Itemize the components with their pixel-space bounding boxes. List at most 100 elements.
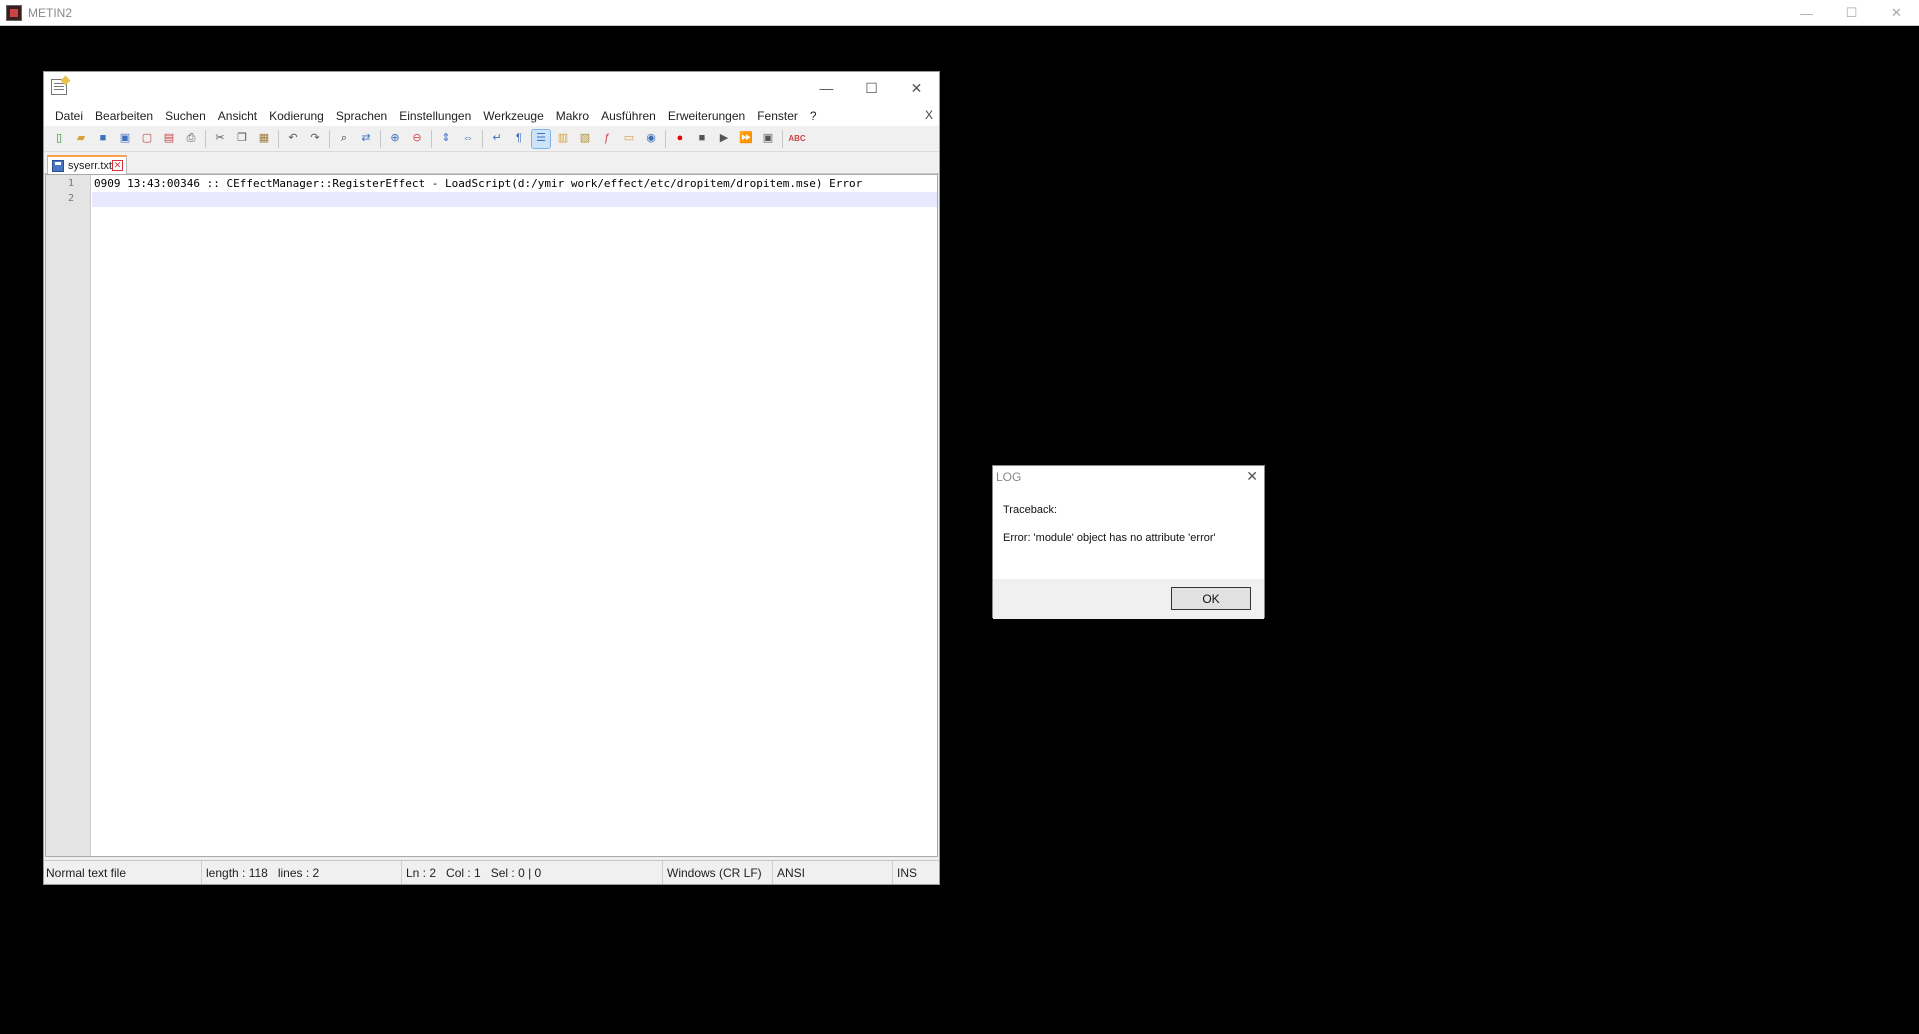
menu-erweiterungen[interactable]: Erweiterungen: [662, 109, 751, 123]
save-icon[interactable]: ■: [94, 130, 112, 148]
status-position: Ln : 2 Col : 1 Sel : 0 | 0: [402, 861, 663, 884]
dialog-footer: OK: [993, 579, 1264, 619]
save-all-icon[interactable]: ▣: [116, 130, 134, 148]
dialog-close-icon[interactable]: ✕: [1246, 468, 1258, 485]
zoom-in-icon[interactable]: ⊕: [386, 130, 404, 148]
log-dialog: LOG ✕ Traceback: Error: 'module' object …: [992, 465, 1265, 619]
status-file-type: Normal text file: [44, 861, 202, 884]
new-file-icon[interactable]: ▯: [50, 130, 68, 148]
notepad-window: — ☐ ✕ Datei Bearbeiten Suchen Ansicht Ko…: [43, 71, 940, 885]
monitoring-icon[interactable]: ◉: [642, 130, 660, 148]
notepad-app-icon: [51, 79, 67, 95]
menu-fenster[interactable]: Fenster: [751, 109, 804, 123]
menu-makro[interactable]: Makro: [550, 109, 595, 123]
cut-icon[interactable]: ✂: [211, 130, 229, 148]
toolbar-separator: [665, 129, 666, 148]
notepad-minimize-button[interactable]: —: [804, 72, 849, 104]
paste-icon[interactable]: ▦: [255, 130, 273, 148]
copy-icon[interactable]: ❐: [233, 130, 251, 148]
close-file-icon[interactable]: ▢: [138, 130, 156, 148]
folder-as-workspace-icon[interactable]: ▭: [620, 130, 638, 148]
toolbar-separator: [278, 129, 279, 148]
code-line[interactable]: 0909 13:43:00346 :: CEffectManager::Regi…: [94, 176, 862, 191]
tab-close-icon[interactable]: ✕: [112, 160, 123, 171]
menu-kodierung[interactable]: Kodierung: [263, 109, 330, 123]
tab-label: syserr.txt: [67, 159, 112, 172]
menu-ansicht[interactable]: Ansicht: [212, 109, 263, 123]
mode-label: INS: [897, 865, 918, 880]
toolbar-separator: [329, 129, 330, 148]
dialog-title: LOG: [996, 470, 1022, 484]
line-number-gutter: 1 2: [46, 175, 91, 856]
playback-icon[interactable]: ▶: [715, 130, 733, 148]
saved-file-icon: [52, 159, 64, 172]
stop-recording-icon[interactable]: ■: [693, 130, 711, 148]
toolbar-separator: [782, 129, 783, 148]
dialog-titlebar[interactable]: LOG ✕: [993, 466, 1264, 490]
spell-check-icon[interactable]: ABC: [788, 130, 806, 148]
outer-window-controls: — ☐ ✕: [1784, 0, 1919, 26]
status-eol: Windows (CR LF): [663, 861, 773, 884]
sel-label: Sel : 0 | 0: [490, 865, 542, 880]
menu-suchen[interactable]: Suchen: [159, 109, 212, 123]
save-macro-icon[interactable]: ▣: [759, 130, 777, 148]
encoding-label: ANSI: [777, 865, 806, 880]
menu-bearbeiten[interactable]: Bearbeiten: [89, 109, 159, 123]
record-macro-icon[interactable]: ●: [671, 130, 689, 148]
tab-syserr[interactable]: syserr.txt ✕: [47, 155, 127, 174]
close-all-icon[interactable]: ▤: [160, 130, 178, 148]
print-icon[interactable]: ⎙: [182, 130, 200, 148]
find-icon[interactable]: ⌕: [335, 130, 353, 148]
show-all-characters-icon[interactable]: ¶: [510, 130, 528, 148]
status-length: length : 118 lines : 2: [202, 861, 402, 884]
dialog-body: Traceback: Error: 'module' object has no…: [993, 490, 1264, 579]
notepad-titlebar[interactable]: — ☐ ✕: [44, 72, 939, 105]
open-file-icon[interactable]: ▰: [72, 130, 90, 148]
menu-datei[interactable]: Datei: [49, 109, 89, 123]
toolbar-separator: [431, 129, 432, 148]
notepad-maximize-button[interactable]: ☐: [849, 72, 894, 104]
menu-help[interactable]: ?: [804, 109, 823, 123]
sync-vertical-icon[interactable]: ⇕: [437, 130, 455, 148]
ok-button[interactable]: OK: [1171, 587, 1251, 610]
status-encoding: ANSI: [773, 861, 893, 884]
menu-sprachen[interactable]: Sprachen: [330, 109, 393, 123]
menu-ausfuehren[interactable]: Ausführen: [595, 109, 662, 123]
run-macro-multiple-icon[interactable]: ⏩: [737, 130, 755, 148]
outer-window-title: METIN2: [28, 5, 73, 20]
word-wrap-icon[interactable]: ↵: [488, 130, 506, 148]
metin2-app-icon: [6, 4, 22, 21]
menu-einstellungen[interactable]: Einstellungen: [393, 109, 477, 123]
outer-titlebar: METIN2 — ☐ ✕: [0, 0, 1919, 26]
error-message: Error: 'module' object has no attribute …: [1003, 532, 1216, 544]
redo-icon[interactable]: ↷: [306, 130, 324, 148]
close-button[interactable]: ✕: [1874, 0, 1919, 26]
close-document-button[interactable]: X: [925, 108, 933, 122]
replace-icon[interactable]: ⇄: [357, 130, 375, 148]
minimize-button[interactable]: —: [1784, 0, 1829, 26]
tab-bar: syserr.txt ✕: [44, 152, 939, 174]
lines-label: lines : 2: [277, 865, 320, 880]
editor[interactable]: 1 2 0909 13:43:00346 :: CEffectManager::…: [45, 174, 938, 857]
menu-bar: Datei Bearbeiten Suchen Ansicht Kodierun…: [44, 105, 939, 126]
function-list-icon[interactable]: ƒ: [598, 130, 616, 148]
notepad-window-controls: — ☐ ✕: [804, 72, 939, 104]
toolbar-separator: [205, 129, 206, 148]
user-defined-language-icon[interactable]: ▥: [554, 130, 572, 148]
undo-icon[interactable]: ↶: [284, 130, 302, 148]
notepad-close-button[interactable]: ✕: [894, 72, 939, 104]
sync-horizontal-icon[interactable]: ⇔: [459, 130, 477, 148]
zoom-out-icon[interactable]: ⊖: [408, 130, 426, 148]
toolbar-separator: [380, 129, 381, 148]
current-line-highlight: [92, 192, 937, 207]
maximize-button[interactable]: ☐: [1829, 0, 1874, 26]
toolbar-separator: [482, 129, 483, 148]
line-number: 2: [67, 193, 74, 204]
ln-label: Ln : 2: [406, 865, 437, 880]
document-map-icon[interactable]: ▧: [576, 130, 594, 148]
file-type-label: Normal text file: [46, 865, 127, 880]
indent-guide-icon[interactable]: ☰: [531, 128, 551, 149]
menu-werkzeuge[interactable]: Werkzeuge: [477, 109, 549, 123]
status-mode: INS: [893, 861, 933, 884]
toolbar: ▯ ▰ ■ ▣ ▢ ▤ ⎙ ✂ ❐ ▦ ↶ ↷ ⌕ ⇄ ⊕ ⊖ ⇕ ⇔ ↵ ¶ …: [44, 126, 939, 152]
